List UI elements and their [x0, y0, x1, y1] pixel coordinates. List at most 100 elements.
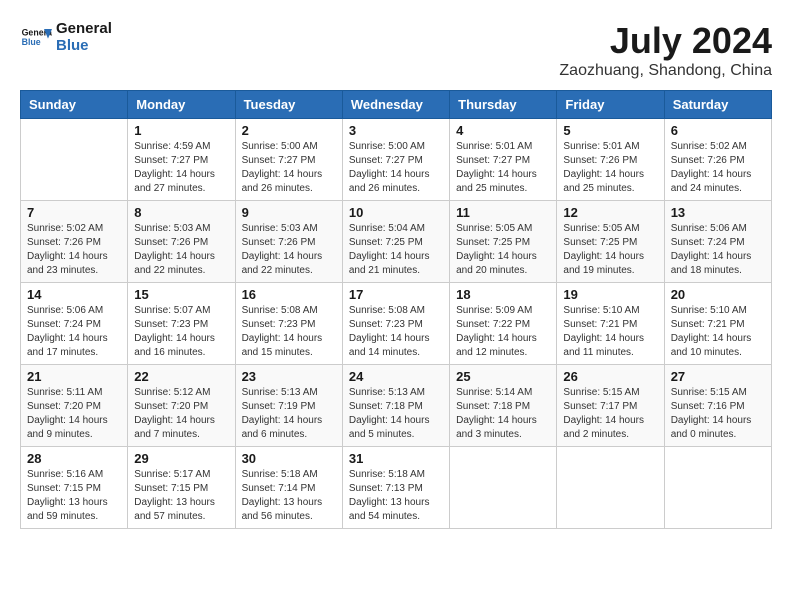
- calendar-cell: 31 Sunrise: 5:18 AMSunset: 7:13 PMDayligh…: [342, 447, 449, 529]
- day-info: Sunrise: 5:08 AMSunset: 7:23 PMDaylight:…: [242, 304, 336, 360]
- month-title: July 2024: [559, 20, 772, 62]
- header-thursday: Thursday: [450, 91, 557, 119]
- day-number: 18: [456, 287, 550, 302]
- day-info: Sunrise: 5:02 AMSunset: 7:26 PMDaylight:…: [27, 222, 121, 278]
- day-number: 31: [349, 451, 443, 466]
- calendar-cell: 13 Sunrise: 5:06 AMSunset: 7:24 PMDayligh…: [664, 201, 771, 283]
- day-number: 7: [27, 205, 121, 220]
- day-info: Sunrise: 5:17 AMSunset: 7:15 PMDaylight:…: [134, 468, 228, 524]
- day-info: Sunrise: 5:13 AMSunset: 7:19 PMDaylight:…: [242, 386, 336, 442]
- calendar-cell: 1 Sunrise: 4:59 AMSunset: 7:27 PMDaylight…: [128, 119, 235, 201]
- header-friday: Friday: [557, 91, 664, 119]
- page-header: General Blue General Blue July 2024 Zaoz…: [20, 20, 772, 80]
- day-number: 9: [242, 205, 336, 220]
- day-number: 29: [134, 451, 228, 466]
- day-number: 2: [242, 123, 336, 138]
- day-info: Sunrise: 5:12 AMSunset: 7:20 PMDaylight:…: [134, 386, 228, 442]
- day-info: Sunrise: 5:14 AMSunset: 7:18 PMDaylight:…: [456, 386, 550, 442]
- day-info: Sunrise: 5:01 AMSunset: 7:27 PMDaylight:…: [456, 140, 550, 196]
- day-info: Sunrise: 5:10 AMSunset: 7:21 PMDaylight:…: [563, 304, 657, 360]
- calendar-cell: 16 Sunrise: 5:08 AMSunset: 7:23 PMDayligh…: [235, 283, 342, 365]
- day-number: 12: [563, 205, 657, 220]
- day-number: 11: [456, 205, 550, 220]
- day-number: 20: [671, 287, 765, 302]
- day-info: Sunrise: 5:01 AMSunset: 7:26 PMDaylight:…: [563, 140, 657, 196]
- day-info: Sunrise: 5:07 AMSunset: 7:23 PMDaylight:…: [134, 304, 228, 360]
- day-number: 8: [134, 205, 228, 220]
- calendar-cell: 30 Sunrise: 5:18 AMSunset: 7:14 PMDayligh…: [235, 447, 342, 529]
- calendar-cell: 3Sunrise: 5:00 AMSunset: 7:27 PMDaylight…: [342, 119, 449, 201]
- day-number: 23: [242, 369, 336, 384]
- day-number: 14: [27, 287, 121, 302]
- header-tuesday: Tuesday: [235, 91, 342, 119]
- calendar-cell: 9 Sunrise: 5:03 AMSunset: 7:26 PMDaylight…: [235, 201, 342, 283]
- day-number: 19: [563, 287, 657, 302]
- header-sunday: Sunday: [21, 91, 128, 119]
- calendar-cell: [557, 447, 664, 529]
- day-number: 30: [242, 451, 336, 466]
- location-title: Zaozhuang, Shandong, China: [559, 62, 772, 80]
- day-info: Sunrise: 5:06 AMSunset: 7:24 PMDaylight:…: [671, 222, 765, 278]
- calendar-cell: 26Sunrise: 5:15 AMSunset: 7:17 PMDayligh…: [557, 365, 664, 447]
- day-number: 3: [349, 123, 443, 138]
- day-info: Sunrise: 5:02 AMSunset: 7:26 PMDaylight:…: [671, 140, 765, 196]
- calendar-table: SundayMondayTuesdayWednesdayThursdayFrid…: [20, 90, 772, 529]
- calendar-cell: 5 Sunrise: 5:01 AMSunset: 7:26 PMDaylight…: [557, 119, 664, 201]
- day-info: Sunrise: 5:05 AMSunset: 7:25 PMDaylight:…: [563, 222, 657, 278]
- week-row-4: 28 Sunrise: 5:16 AMSunset: 7:15 PMDayligh…: [21, 447, 772, 529]
- calendar-cell: 6 Sunrise: 5:02 AMSunset: 7:26 PMDaylight…: [664, 119, 771, 201]
- day-number: 13: [671, 205, 765, 220]
- logo: General Blue General Blue: [20, 20, 112, 54]
- calendar-cell: 2Sunrise: 5:00 AMSunset: 7:27 PMDaylight…: [235, 119, 342, 201]
- calendar-cell: 8 Sunrise: 5:03 AMSunset: 7:26 PMDaylight…: [128, 201, 235, 283]
- day-number: 27: [671, 369, 765, 384]
- day-info: Sunrise: 5:03 AMSunset: 7:26 PMDaylight:…: [134, 222, 228, 278]
- logo-line2: Blue: [56, 37, 112, 54]
- day-info: Sunrise: 5:09 AMSunset: 7:22 PMDaylight:…: [456, 304, 550, 360]
- day-number: 16: [242, 287, 336, 302]
- day-info: Sunrise: 5:13 AMSunset: 7:18 PMDaylight:…: [349, 386, 443, 442]
- week-row-1: 7 Sunrise: 5:02 AMSunset: 7:26 PMDaylight…: [21, 201, 772, 283]
- calendar-cell: 20 Sunrise: 5:10 AMSunset: 7:21 PMDayligh…: [664, 283, 771, 365]
- day-info: Sunrise: 5:06 AMSunset: 7:24 PMDaylight:…: [27, 304, 121, 360]
- day-number: 22: [134, 369, 228, 384]
- calendar-cell: 11Sunrise: 5:05 AMSunset: 7:25 PMDayligh…: [450, 201, 557, 283]
- calendar-cell: 24 Sunrise: 5:13 AMSunset: 7:18 PMDayligh…: [342, 365, 449, 447]
- day-number: 17: [349, 287, 443, 302]
- logo-line1: General: [56, 20, 112, 37]
- day-number: 26: [563, 369, 657, 384]
- week-row-0: 1 Sunrise: 4:59 AMSunset: 7:27 PMDaylight…: [21, 119, 772, 201]
- calendar-header-row: SundayMondayTuesdayWednesdayThursdayFrid…: [21, 91, 772, 119]
- calendar-cell: 10Sunrise: 5:04 AMSunset: 7:25 PMDayligh…: [342, 201, 449, 283]
- day-number: 6: [671, 123, 765, 138]
- day-number: 24: [349, 369, 443, 384]
- day-number: 5: [563, 123, 657, 138]
- day-info: Sunrise: 5:10 AMSunset: 7:21 PMDaylight:…: [671, 304, 765, 360]
- day-info: Sunrise: 5:03 AMSunset: 7:26 PMDaylight:…: [242, 222, 336, 278]
- day-number: 28: [27, 451, 121, 466]
- calendar-cell: 22 Sunrise: 5:12 AMSunset: 7:20 PMDayligh…: [128, 365, 235, 447]
- day-info: Sunrise: 5:16 AMSunset: 7:15 PMDaylight:…: [27, 468, 121, 524]
- calendar-cell: 7 Sunrise: 5:02 AMSunset: 7:26 PMDaylight…: [21, 201, 128, 283]
- day-info: Sunrise: 5:18 AMSunset: 7:14 PMDaylight:…: [242, 468, 336, 524]
- calendar-cell: 15 Sunrise: 5:07 AMSunset: 7:23 PMDayligh…: [128, 283, 235, 365]
- day-number: 1: [134, 123, 228, 138]
- day-info: Sunrise: 4:59 AMSunset: 7:27 PMDaylight:…: [134, 140, 228, 196]
- calendar-cell: [450, 447, 557, 529]
- calendar-cell: 19 Sunrise: 5:10 AMSunset: 7:21 PMDayligh…: [557, 283, 664, 365]
- calendar-cell: 17Sunrise: 5:08 AMSunset: 7:23 PMDayligh…: [342, 283, 449, 365]
- day-info: Sunrise: 5:18 AMSunset: 7:13 PMDaylight:…: [349, 468, 443, 524]
- day-number: 15: [134, 287, 228, 302]
- week-row-2: 14 Sunrise: 5:06 AMSunset: 7:24 PMDayligh…: [21, 283, 772, 365]
- calendar-cell: 28 Sunrise: 5:16 AMSunset: 7:15 PMDayligh…: [21, 447, 128, 529]
- calendar-cell: 25Sunrise: 5:14 AMSunset: 7:18 PMDayligh…: [450, 365, 557, 447]
- calendar-cell: 21 Sunrise: 5:11 AMSunset: 7:20 PMDayligh…: [21, 365, 128, 447]
- svg-text:Blue: Blue: [22, 37, 41, 47]
- day-number: 21: [27, 369, 121, 384]
- day-number: 4: [456, 123, 550, 138]
- header-wednesday: Wednesday: [342, 91, 449, 119]
- title-area: July 2024 Zaozhuang, Shandong, China: [559, 20, 772, 80]
- calendar-cell: 27Sunrise: 5:15 AMSunset: 7:16 PMDayligh…: [664, 365, 771, 447]
- day-info: Sunrise: 5:11 AMSunset: 7:20 PMDaylight:…: [27, 386, 121, 442]
- header-monday: Monday: [128, 91, 235, 119]
